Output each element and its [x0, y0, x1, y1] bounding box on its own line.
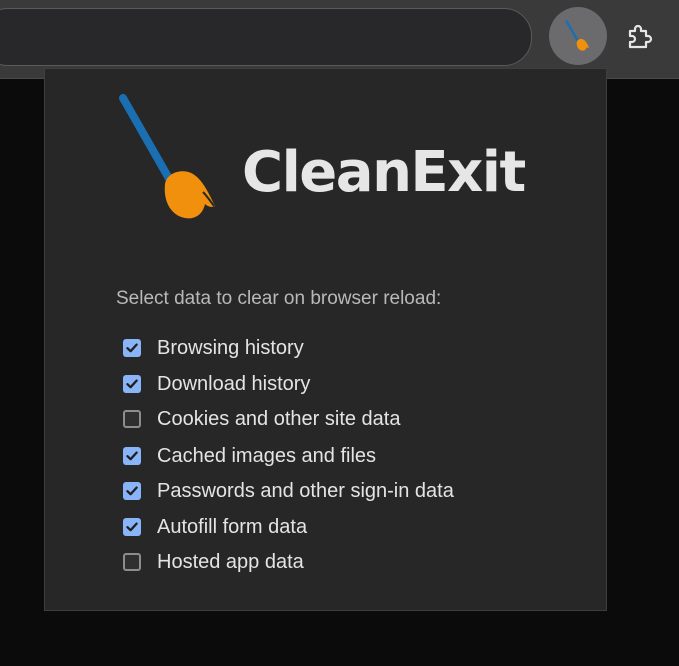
option-label: Cookies and other site data — [157, 407, 401, 430]
checkbox-unchecked[interactable] — [123, 553, 141, 571]
option-row[interactable]: Download history — [123, 370, 310, 398]
checkbox-checked[interactable] — [123, 447, 141, 465]
address-bar[interactable] — [0, 8, 532, 66]
option-row[interactable]: Cookies and other site data — [123, 405, 401, 433]
checkmark-icon — [126, 451, 138, 461]
checkmark-icon — [126, 343, 138, 353]
option-label: Autofill form data — [157, 515, 308, 538]
extensions-menu-button[interactable] — [616, 14, 662, 60]
checkmark-icon — [126, 379, 138, 389]
app-title: CleanExit — [242, 140, 526, 205]
puzzle-icon — [628, 24, 653, 49]
checkbox-checked[interactable] — [123, 375, 141, 393]
checkbox-checked[interactable] — [123, 339, 141, 357]
option-row[interactable]: Cached images and files — [123, 442, 376, 470]
checkbox-checked[interactable] — [123, 518, 141, 536]
option-row[interactable]: Autofill form data — [123, 513, 307, 541]
option-label: Passwords and other sign-in data — [157, 479, 454, 502]
extension-popup: CleanExit Select data to clear on browse… — [44, 68, 607, 611]
option-row[interactable]: Browsing history — [123, 334, 304, 362]
broom-logo-icon — [119, 94, 215, 219]
option-row[interactable]: Passwords and other sign-in data — [123, 477, 454, 505]
checkmark-icon — [126, 522, 138, 532]
cleanexit-extension-button[interactable] — [549, 7, 607, 65]
broom-icon — [565, 20, 590, 51]
checkmark-icon — [126, 486, 138, 496]
instructions-text: Select data to clear on browser reload: — [116, 288, 442, 309]
checkbox-unchecked[interactable] — [123, 410, 141, 428]
option-label: Cached images and files — [157, 444, 377, 467]
option-label: Download history — [157, 372, 311, 395]
option-label: Hosted app data — [157, 550, 304, 573]
checkbox-checked[interactable] — [123, 482, 141, 500]
option-row[interactable]: Hosted app data — [123, 548, 304, 576]
option-label: Browsing history — [157, 336, 304, 359]
